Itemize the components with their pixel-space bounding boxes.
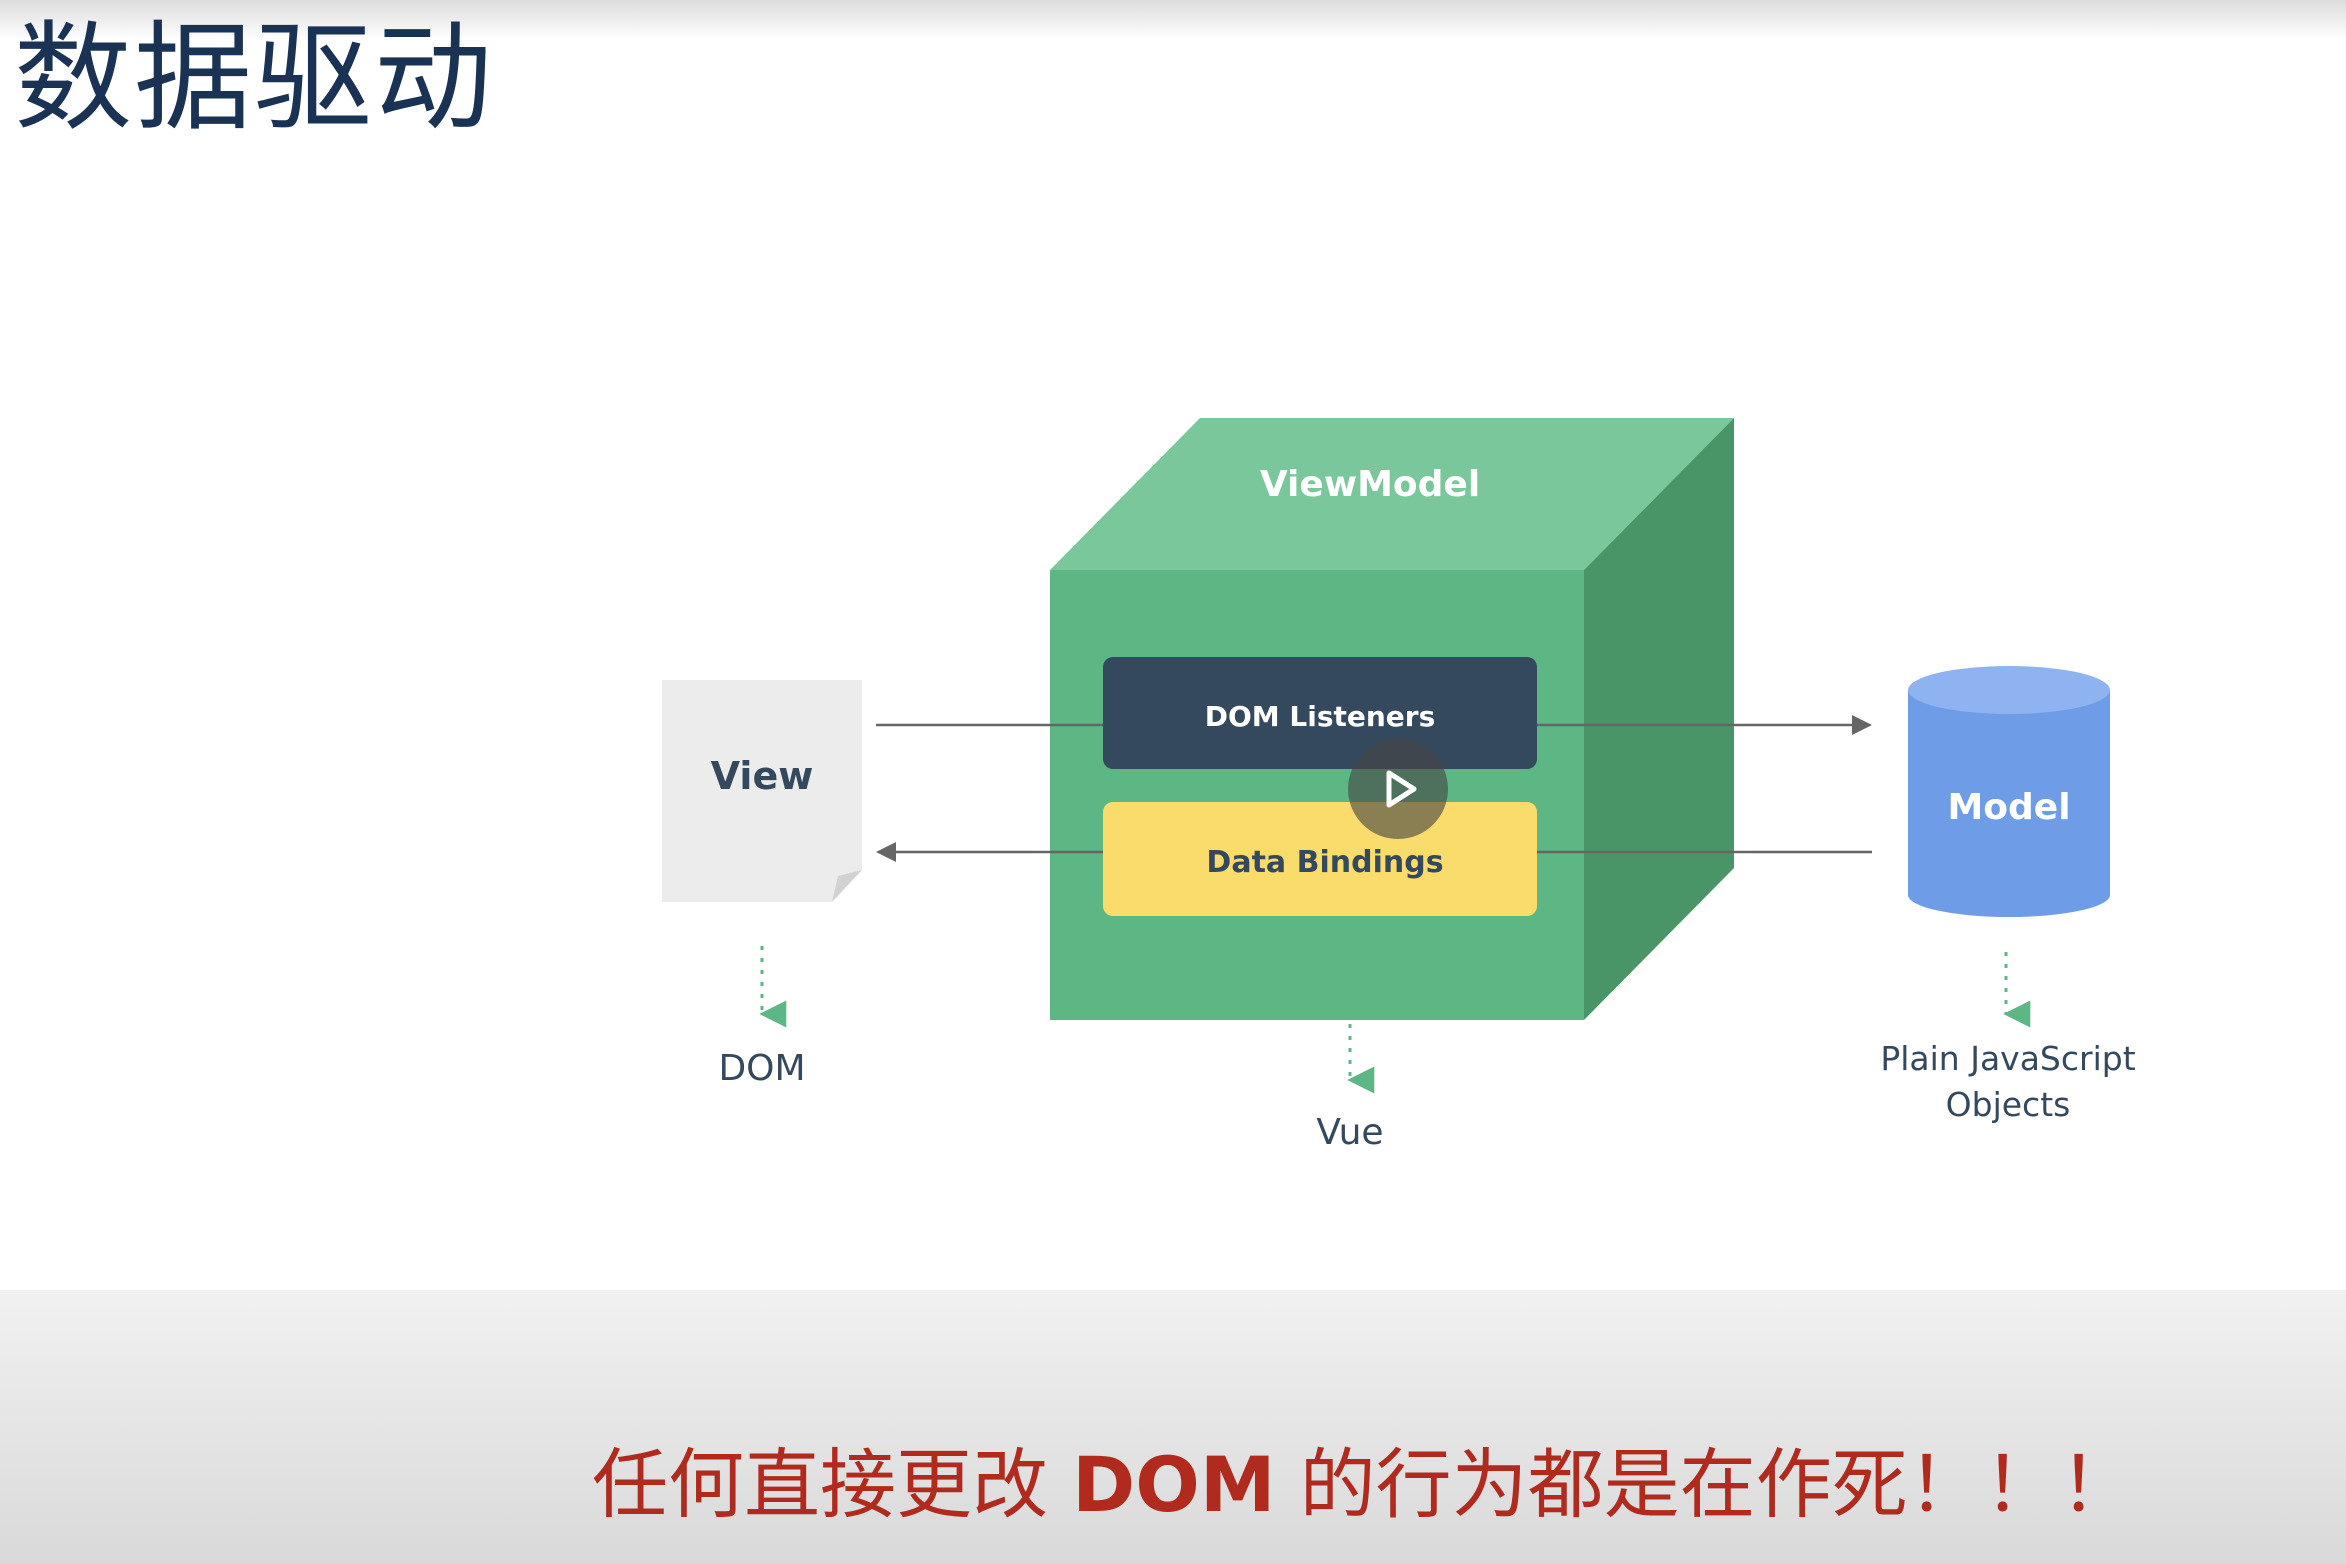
vue-caption: Vue [1316, 1112, 1383, 1153]
dom-listeners-label: DOM Listeners [1205, 700, 1436, 733]
data-bindings-label: Data Bindings [1206, 845, 1443, 880]
caption-prefix: 任何直接更改 [592, 1440, 1073, 1529]
slide-caption: 任何直接更改 DOM 的行为都是在作死！！！ [592, 1430, 2136, 1540]
caption-keyword: DOM [1072, 1440, 1276, 1529]
view-label: View [711, 754, 814, 798]
pjo-caption-line1: Plain JavaScript [1880, 1039, 2135, 1078]
pjo-caption-line2: Objects [1946, 1085, 2071, 1124]
model-cylinder: Model [1908, 666, 2110, 917]
model-label: Model [1947, 787, 2070, 828]
video-play-button[interactable] [1348, 739, 1448, 839]
mvvm-diagram: View ViewModel DOM Listeners Data Bindin… [662, 418, 2136, 1153]
play-icon [1386, 770, 1417, 808]
dom-caption: DOM [718, 1048, 805, 1089]
data-bindings-box: Data Bindings [1103, 802, 1537, 916]
dom-listeners-box: DOM Listeners [1103, 657, 1537, 769]
cube-front [1050, 570, 1584, 1020]
viewmodel-label: ViewModel [1260, 464, 1480, 505]
view-document: View [662, 680, 862, 902]
caption-suffix: 的行为都是在作死！！！ [1275, 1440, 2136, 1529]
